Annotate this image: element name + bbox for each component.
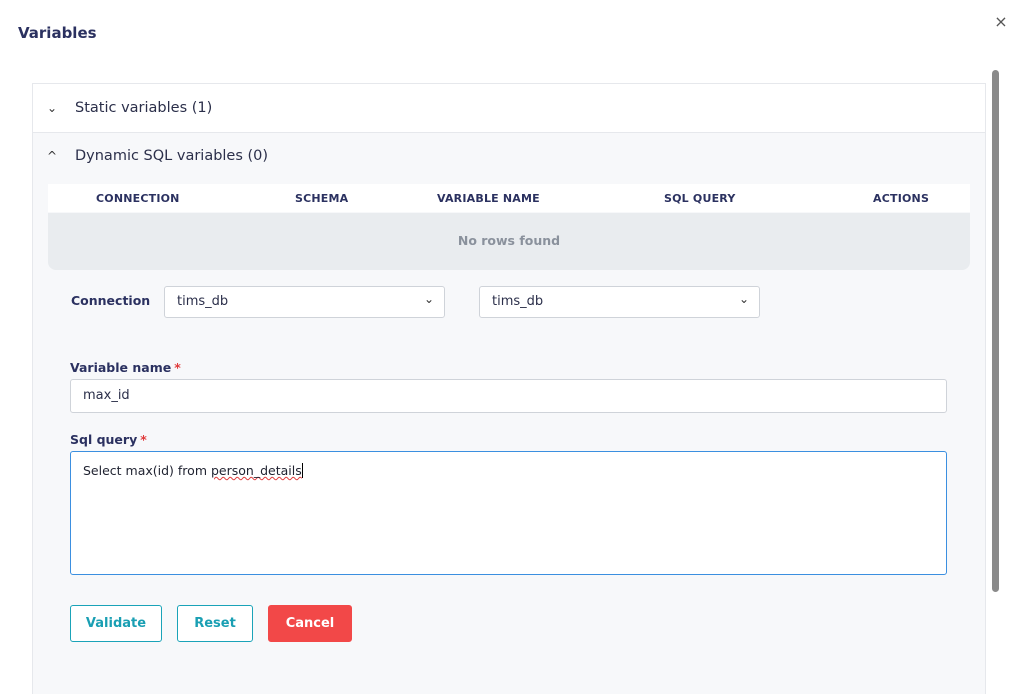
reset-button[interactable]: Reset <box>177 605 253 642</box>
column-header-sql-query[interactable]: SQL QUERY <box>664 192 736 205</box>
dynamic-sql-variables-label: Dynamic SQL variables (0) <box>75 148 269 164</box>
column-header-schema[interactable]: SCHEMA <box>295 192 348 205</box>
schema-select[interactable]: tims_db ⌄ <box>479 286 760 318</box>
required-marker: * <box>174 360 181 375</box>
chevron-up-icon: ^ <box>47 149 58 163</box>
empty-table-message: No rows found <box>48 213 970 270</box>
column-header-connection[interactable]: CONNECTION <box>96 192 180 205</box>
sql-query-text: Select max(id) from <box>83 463 211 478</box>
chevron-down-icon: ⌄ <box>738 292 749 306</box>
text-cursor <box>301 463 303 478</box>
static-variables-label: Static variables (1) <box>75 100 213 116</box>
column-header-variable-name[interactable]: VARIABLE NAME <box>437 192 540 205</box>
scrollbar[interactable] <box>992 70 999 592</box>
sql-query-textarea[interactable]: Select max(id) from person_details <box>70 451 947 575</box>
table-header: CONNECTION SCHEMA VARIABLE NAME SQL QUER… <box>48 184 970 212</box>
static-variables-accordion[interactable]: ⌄ Static variables (1) <box>33 84 985 133</box>
schema-select-value: tims_db <box>492 294 544 309</box>
sql-query-misspelled-word: person_details <box>210 463 302 478</box>
cancel-button[interactable]: Cancel <box>268 605 352 642</box>
close-icon[interactable]: × <box>991 12 1011 32</box>
chevron-down-icon: ⌄ <box>423 292 434 306</box>
variable-name-input[interactable]: max_id <box>70 379 947 413</box>
dialog-title: Variables <box>18 24 97 42</box>
chevron-down-icon: ⌄ <box>47 101 58 115</box>
column-header-actions: ACTIONS <box>873 192 930 205</box>
dynamic-sql-variables-accordion[interactable]: ^ Dynamic SQL variables (0) <box>33 133 985 179</box>
variable-name-label: Variable name * <box>70 360 181 375</box>
connection-select-value: tims_db <box>177 294 229 309</box>
validate-button[interactable]: Validate <box>70 605 162 642</box>
sql-query-label: Sql query * <box>70 432 147 447</box>
required-marker: * <box>140 432 147 447</box>
connection-label: Connection <box>71 293 151 308</box>
connection-select[interactable]: tims_db ⌄ <box>164 286 445 318</box>
